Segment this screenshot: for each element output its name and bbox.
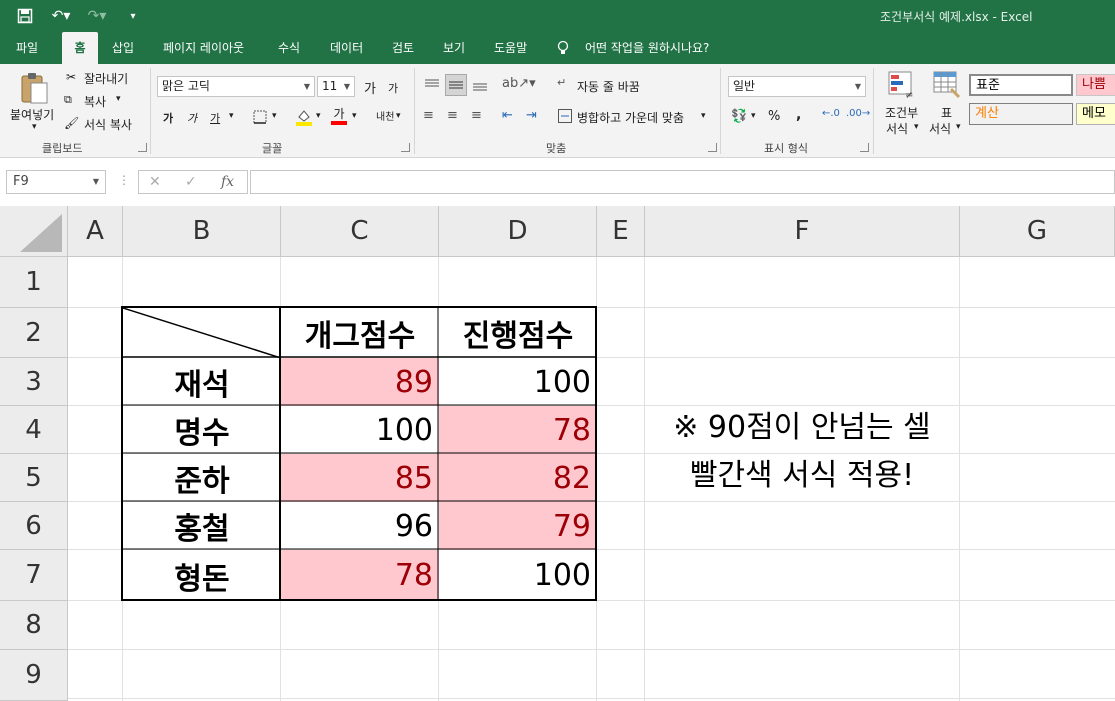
note-line: 빨간색 서식 적용! (689, 458, 915, 493)
note-line: ※ 90점이 안넘는 셀 (673, 410, 931, 445)
instruction-note: ※ 90점이 안넘는 셀 빨간색 서식 적용! (646, 404, 958, 500)
table-borders (121, 306, 597, 601)
